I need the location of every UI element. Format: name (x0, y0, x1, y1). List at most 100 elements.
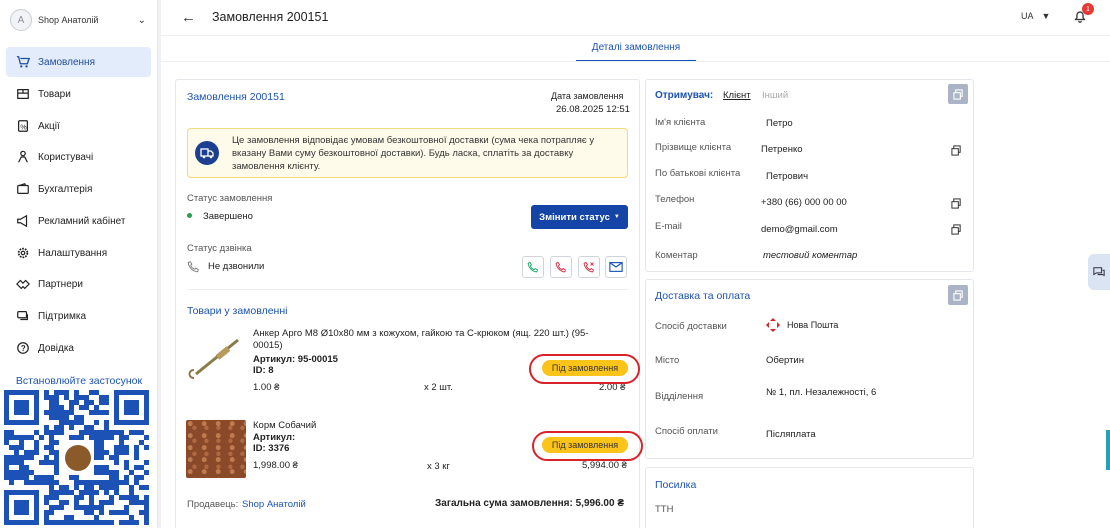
copy-icon (952, 88, 963, 100)
copy-all-button[interactable] (948, 84, 968, 104)
sidebar-item-label: Замовлення (38, 56, 95, 68)
status-dot (187, 213, 192, 218)
svg-text:?: ? (21, 344, 26, 353)
order-status: Завершено (203, 211, 253, 222)
change-status-label: Змінити статус (539, 211, 610, 223)
item-qty: x 3 кг (427, 461, 450, 472)
chevron-down-icon: ⌄ (137, 14, 146, 26)
envelope-icon (609, 262, 623, 272)
phone-missed-icon (555, 261, 567, 273)
field-label: Відділення (655, 391, 704, 402)
side-scroll-indicator (1106, 430, 1110, 470)
sidebar-item-ads[interactable]: Рекламний кабінет (6, 206, 151, 236)
tab-divider (161, 61, 1110, 62)
chat-widget-button[interactable] (1088, 254, 1110, 290)
phone-icon (187, 261, 199, 273)
field-label: Коментар (655, 250, 698, 261)
item-price: 1.00 ₴ (253, 382, 280, 393)
item-id: ID: 8 (253, 365, 274, 376)
client-first-name: Петро (766, 118, 793, 129)
call-status: Не дзвонили (208, 261, 265, 272)
field-label: E-mail (655, 221, 682, 232)
field-label: По батькові клієнта (655, 168, 741, 179)
call-status-label: Статус дзвінка (187, 243, 252, 254)
email-button[interactable] (605, 256, 627, 278)
sidebar-item-label: Користувачі (38, 151, 94, 163)
client-email: demo@gmail.com (761, 224, 838, 235)
goods-title: Товари у замовленні (187, 305, 288, 317)
sidebar-item-settings[interactable]: Налаштування (6, 238, 151, 268)
avatar: A (10, 9, 32, 31)
item-price: 1,998.00 ₴ (253, 460, 298, 471)
sidebar-item-partners[interactable]: Партнери (6, 269, 151, 299)
tab-order-details[interactable]: Деталі замовлення (576, 39, 696, 62)
order-date-label: Дата замовлення (551, 91, 624, 101)
highlight-ring (532, 431, 643, 461)
call-rejected-button[interactable] (578, 256, 600, 278)
sidebar-item-label: Товари (38, 88, 71, 100)
item-total: 5,994.00 ₴ (582, 460, 627, 471)
call-missed-button[interactable] (550, 256, 572, 278)
call-answered-button[interactable] (522, 256, 544, 278)
order-status-label: Статус замовлення (187, 193, 273, 204)
copy-icon[interactable] (951, 145, 962, 156)
alert-text: Це замовлення відповідає умовам безкошто… (232, 135, 595, 172)
sidebar-item-label: Бухгалтерія (38, 183, 93, 195)
sidebar-item-label: Рекламний кабінет (38, 215, 126, 227)
item-qty: x 2 шт. (424, 382, 453, 393)
client-phone: +380 (66) 000 00 00 (761, 197, 847, 208)
delivery-city: Обертин (766, 355, 804, 366)
copy-delivery-button[interactable] (948, 285, 968, 305)
caret-down-icon: ▼ (613, 214, 620, 220)
field-label: Телефон (655, 194, 695, 205)
client-comment: тестовий коментар (763, 250, 858, 261)
wallet-icon (17, 183, 29, 194)
sidebar-item-support[interactable]: Підтримка (6, 301, 151, 331)
help-icon: ? (17, 342, 29, 354)
parcel-card (645, 467, 974, 528)
handshake-icon (16, 279, 30, 290)
tab-other[interactable]: Інший (762, 90, 788, 101)
sidebar-item-label: Довідка (38, 342, 74, 354)
cart-icon (16, 56, 30, 68)
copy-icon[interactable] (951, 198, 962, 209)
shop-selector[interactable]: A Shop Анатолій ⌄ (10, 8, 146, 32)
product-image-anchor[interactable] (186, 328, 246, 388)
sidebar-item-help[interactable]: ? Довідка (6, 333, 151, 363)
order-title: Замовлення 200151 (187, 91, 285, 103)
client-last-name: Петренко (761, 144, 803, 155)
tab-client[interactable]: Клієнт (723, 90, 751, 101)
change-status-button[interactable]: Змінити статус ▼ (531, 205, 628, 229)
item-name[interactable]: Анкер Арго М8 Ø10х80 мм з кожухом, гайко… (253, 328, 613, 352)
field-label: Прізвище клієнта (655, 142, 732, 153)
sidebar-item-label: Акції (38, 120, 60, 132)
sidebar-item-accounting[interactable]: Бухгалтерія (6, 174, 151, 204)
item-name[interactable]: Корм Собачий (253, 420, 316, 431)
sidebar-scrollbar[interactable] (158, 0, 161, 528)
app-qr-code[interactable] (4, 390, 152, 526)
sidebar-item-label: Підтримка (38, 310, 87, 322)
payment-method: Післяплата (766, 429, 816, 440)
sidebar-item-users[interactable]: Користувачі (6, 142, 151, 172)
caret-down-icon: ▼ (1041, 11, 1051, 21)
install-app-label: Встановлюйте застосунок (15, 375, 143, 387)
megaphone-icon (17, 214, 28, 228)
seller-label: Продавець: (187, 499, 239, 510)
sidebar-item-products[interactable]: Товари (6, 79, 151, 109)
ttn-label: ТТН (655, 504, 674, 515)
copy-icon[interactable] (951, 224, 962, 235)
language-selector[interactable]: UA ▼ (1021, 11, 1050, 21)
back-arrow-icon[interactable]: ← (181, 9, 196, 26)
item-article: Артикул: (253, 432, 296, 443)
sidebar-item-promos[interactable]: % Акції (6, 111, 151, 141)
delivery-branch: № 1, пл. Незалежності, 6 (766, 387, 877, 398)
client-patronymic: Петрович (766, 171, 809, 182)
gear-icon (17, 247, 29, 259)
sidebar-item-orders[interactable]: Замовлення (6, 47, 151, 77)
field-label: Спосіб доставки (655, 321, 727, 332)
seller-link[interactable]: Shop Анатолій (242, 499, 306, 510)
field-label: Спосіб оплати (655, 426, 718, 437)
box-icon (17, 89, 29, 99)
phone-rejected-icon (583, 261, 595, 273)
product-image-dogfood[interactable] (186, 420, 246, 478)
